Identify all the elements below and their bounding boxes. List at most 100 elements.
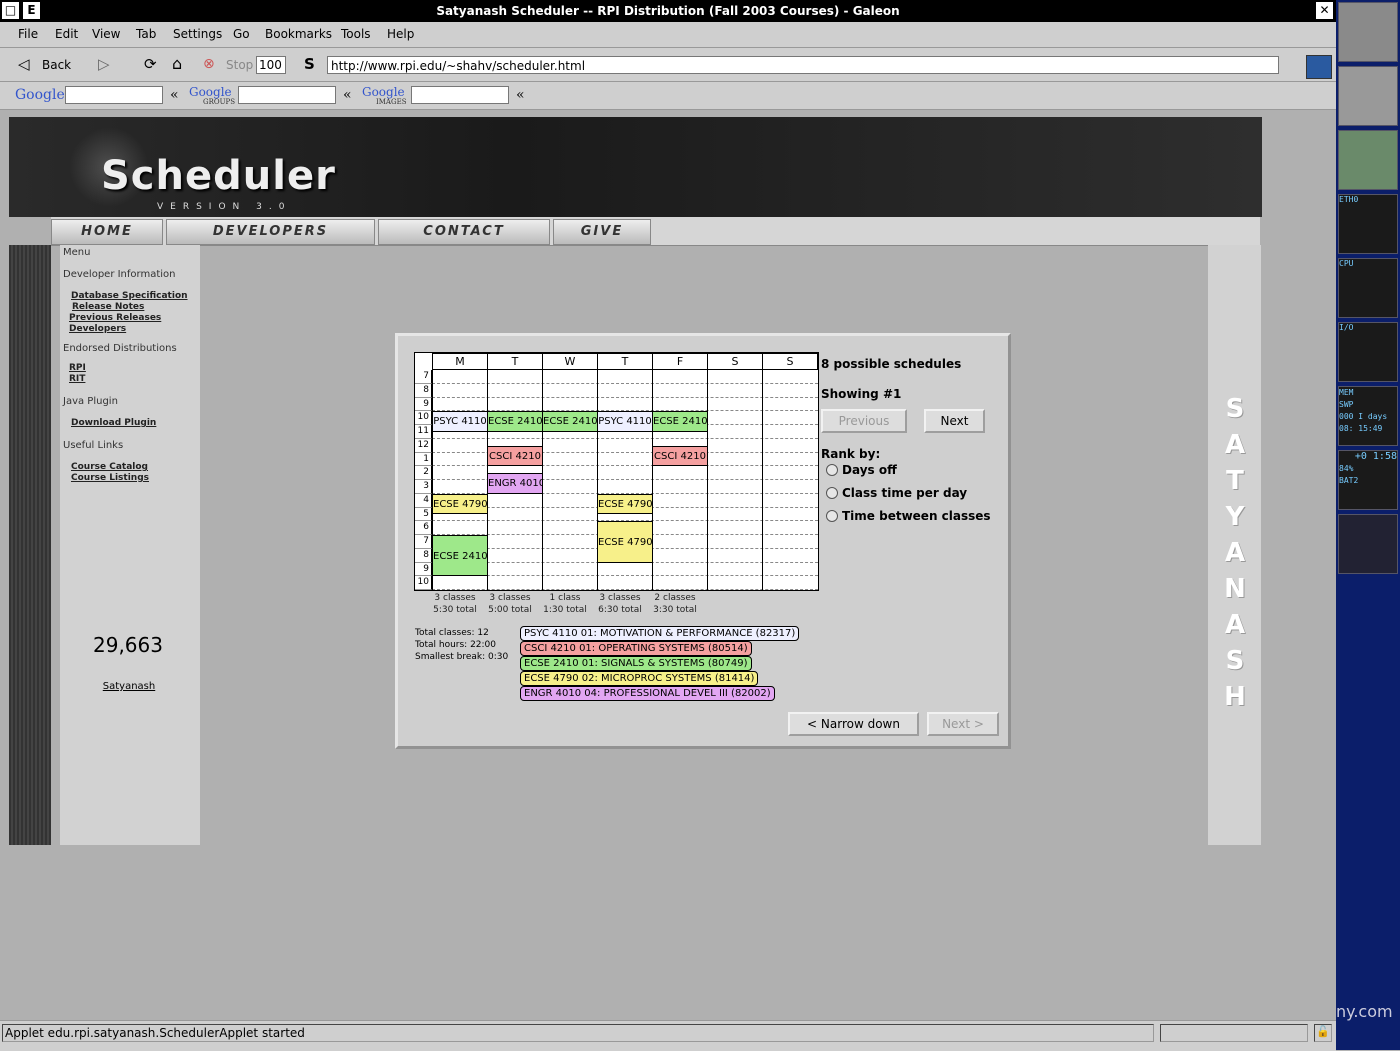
google-images-input[interactable] — [411, 86, 509, 104]
previous-button[interactable]: Previous — [821, 409, 907, 433]
next-step-button[interactable]: Next > — [927, 712, 999, 736]
legend-entry[interactable]: PSYC 4110 01: MOTIVATION & PERFORMANCE (… — [520, 626, 800, 641]
day-stat-total: 1:30 total — [543, 605, 587, 615]
vertical-letter: A — [1224, 610, 1246, 640]
dock-app-icon[interactable] — [1338, 2, 1398, 62]
rank-class-time-label[interactable]: Class time per day — [842, 486, 967, 500]
day-stat-total: 5:00 total — [488, 605, 532, 615]
class-block[interactable]: ECSE 2410 — [652, 411, 708, 432]
class-block[interactable]: ECSE 2410 — [432, 535, 488, 577]
legend-entry[interactable]: ENGR 4010 04: PROFESSIONAL DEVEL III (82… — [520, 686, 775, 701]
dock-monitor-icon[interactable] — [1338, 66, 1398, 126]
google-chevron[interactable]: « — [170, 87, 179, 103]
hour-label: 4 — [415, 493, 432, 508]
close-icon[interactable]: ✕ — [1316, 2, 1333, 19]
dock-battery-label: BAT2 — [1339, 476, 1359, 485]
class-block[interactable]: ECSE 4790 — [432, 493, 488, 515]
link-previous-releases[interactable]: Previous Releases — [69, 313, 161, 323]
hour-label: 12 — [415, 438, 432, 453]
dock-galeon-icon[interactable] — [1338, 130, 1398, 190]
legend-entry[interactable]: ECSE 4790 02: MICROPROC SYSTEMS (81414) — [520, 671, 759, 686]
radio-days-off[interactable] — [826, 464, 838, 476]
tab-home[interactable]: HOME — [51, 219, 163, 245]
stop-icon[interactable]: ⊗ — [203, 56, 215, 72]
security-lock-icon[interactable]: 🔓 — [1314, 1024, 1332, 1042]
legend-entry[interactable]: ECSE 2410 01: SIGNALS & SYSTEMS (80749) — [520, 656, 752, 671]
stop-button[interactable]: Stop — [226, 58, 253, 72]
url-input[interactable]: http://www.rpi.edu/~shahv/scheduler.html — [327, 56, 1279, 74]
google-images-chevron[interactable]: « — [516, 87, 525, 103]
link-database-spec[interactable]: Database Specification — [71, 291, 188, 301]
day-stat: 2 classes 3:30 total — [647, 592, 703, 616]
radio-class-time[interactable] — [826, 487, 838, 499]
home-icon[interactable]: ⌂ — [172, 54, 182, 73]
schedule-grid: M T W T F S S 7 8 9 10 11 12 1 2 3 4 5 6 7 8 9 10 PSYC 4110 ECSE… — [414, 352, 819, 591]
site-logo: Scheduler — [101, 153, 336, 199]
tab-contact[interactable]: CONTACT — [378, 219, 550, 245]
menu-file[interactable]: File — [18, 27, 38, 41]
menu-view[interactable]: View — [92, 27, 120, 41]
hour-label: 11 — [415, 425, 432, 439]
vertical-letter: S — [1225, 646, 1245, 676]
hour-label: 7 — [415, 535, 432, 549]
total-hours: Total hours: 22:00 — [415, 640, 497, 650]
tab-developers[interactable]: DEVELOPERS — [166, 219, 375, 245]
legend-entry[interactable]: CSCI 4210 01: OPERATING SYSTEMS (80514) — [520, 641, 752, 656]
google-search-input[interactable] — [65, 86, 163, 104]
radio-time-between[interactable] — [826, 510, 838, 522]
back-button[interactable]: Back — [42, 58, 71, 72]
google-images-sub: IMAGES — [376, 98, 407, 106]
class-block[interactable]: PSYC 4110 — [597, 411, 653, 432]
link-developers[interactable]: Developers — [69, 324, 126, 334]
menu-tools[interactable]: Tools — [341, 27, 371, 41]
zoom-field[interactable]: 100 — [256, 56, 286, 74]
google-groups-chevron[interactable]: « — [343, 87, 352, 103]
class-block[interactable]: ECSE 2410 — [542, 411, 598, 432]
link-release-notes[interactable]: Release Notes — [72, 302, 144, 312]
day-header: M — [432, 353, 488, 370]
day-gridline — [707, 353, 708, 590]
menu-bookmarks[interactable]: Bookmarks — [265, 27, 332, 41]
smart-bookmark-icon[interactable]: S — [304, 55, 315, 73]
class-block[interactable]: ECSE 2410 — [487, 411, 543, 432]
class-block[interactable]: PSYC 4110 — [432, 411, 488, 432]
day-stat-total: 3:30 total — [653, 605, 697, 615]
rank-time-between-label[interactable]: Time between classes — [842, 509, 991, 523]
rank-days-off-label[interactable]: Days off — [842, 463, 897, 477]
counter-link[interactable]: Satyanash — [60, 681, 198, 692]
back-arrow-icon[interactable]: ◁ — [18, 55, 30, 73]
narrow-down-button[interactable]: < Narrow down — [788, 712, 919, 736]
vertical-letter: T — [1226, 466, 1244, 496]
site-nav-tabs: HOME DEVELOPERS CONTACT GIVE — [51, 217, 1260, 246]
dock-net-monitor: ETH0 — [1338, 194, 1398, 254]
hour-gridline — [432, 396, 818, 398]
google-toolbar: Google « Google GROUPS « Google IMAGES « — [0, 82, 1336, 110]
menu-go[interactable]: Go — [233, 27, 250, 41]
dock-mascot-icon[interactable] — [1338, 514, 1398, 574]
google-groups-input[interactable] — [238, 86, 336, 104]
next-button[interactable]: Next — [924, 409, 985, 433]
reload-icon[interactable]: ⟳ — [144, 55, 157, 73]
hour-label: 1 — [415, 452, 432, 467]
menu-help[interactable]: Help — [387, 27, 414, 41]
class-block[interactable]: ECSE 4790 — [597, 493, 653, 515]
sidebar-useful-heading: Useful Links — [63, 440, 124, 451]
menu-edit[interactable]: Edit — [55, 27, 78, 41]
link-rpi[interactable]: RPI — [69, 363, 86, 373]
day-header: S — [762, 353, 818, 370]
class-block[interactable]: ENGR 4010 — [487, 473, 543, 494]
hour-gridline — [432, 437, 818, 439]
link-rit[interactable]: RIT — [69, 374, 85, 384]
link-download-plugin[interactable]: Download Plugin — [71, 418, 156, 428]
menu-tab[interactable]: Tab — [136, 27, 156, 41]
forward-icon[interactable]: ▷ — [98, 55, 110, 73]
class-block[interactable]: CSCI 4210 — [487, 445, 543, 467]
menu-settings[interactable]: Settings — [173, 27, 222, 41]
class-block[interactable]: CSCI 4210 — [652, 445, 708, 467]
class-block[interactable]: ECSE 4790 — [597, 521, 653, 563]
dock-clock: +0 1:58 — [1354, 451, 1397, 462]
status-bar: Applet edu.rpi.satyanash.SchedulerApplet… — [0, 1020, 1336, 1051]
link-course-listings[interactable]: Course Listings — [71, 473, 149, 483]
link-course-catalog[interactable]: Course Catalog — [71, 462, 148, 472]
tab-give[interactable]: GIVE — [553, 219, 651, 245]
